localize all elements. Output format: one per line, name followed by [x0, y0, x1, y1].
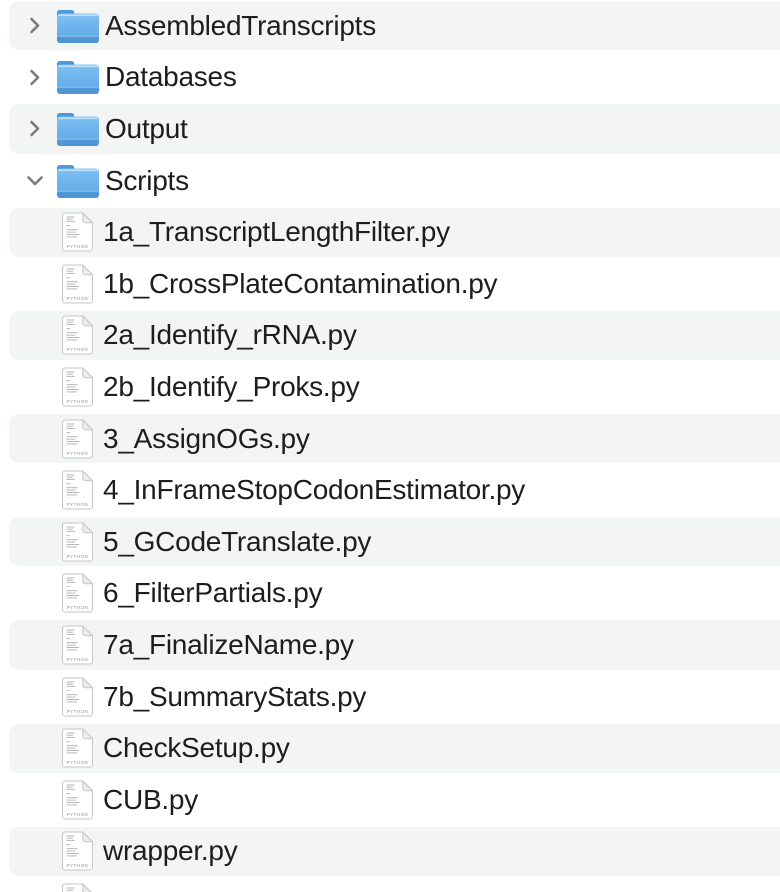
svg-text:PYTHON: PYTHON [67, 760, 89, 765]
python-file-icon: PYTHON [62, 522, 93, 561]
file-name-label: CUB.py [103, 786, 198, 814]
python-file-icon: PYTHON [62, 367, 93, 406]
file-tree: AssembledTranscripts Databases Output Sc… [0, 0, 780, 892]
folder-icon [57, 9, 99, 43]
row-stripe-background [9, 878, 780, 892]
file-name-label: 3_AssignOGs.py [103, 425, 310, 453]
svg-text:PYTHON: PYTHON [67, 863, 89, 868]
file-name-label: 2b_Identify_Proks.py [103, 373, 360, 401]
file-name-label: 1a_TranscriptLengthFilter.py [103, 218, 450, 246]
tree-row-file[interactable]: PYTHON 7a_FinalizeName.py [0, 619, 780, 671]
chevron-right-icon[interactable] [23, 14, 47, 38]
file-name-label: 6_FilterPartials.py [103, 579, 322, 607]
python-file-icon: PYTHON [62, 883, 93, 892]
tree-row-file[interactable]: PYTHON CUB.py [0, 774, 780, 826]
svg-text:PYTHON: PYTHON [67, 605, 89, 610]
tree-row-file[interactable]: PYTHON 6_FilterPartials.py [0, 568, 780, 620]
python-file-icon: PYTHON [62, 780, 93, 819]
tree-row-file[interactable]: PYTHON 3_AssignOGs.py [0, 413, 780, 465]
tree-row-file[interactable]: PYTHON [0, 877, 780, 892]
svg-text:PYTHON: PYTHON [67, 554, 89, 559]
python-file-icon: PYTHON [62, 213, 93, 252]
file-name-label: 1b_CrossPlateContamination.py [103, 270, 497, 298]
python-file-icon: PYTHON [62, 832, 93, 871]
svg-text:PYTHON: PYTHON [67, 347, 89, 352]
python-file-icon: PYTHON [62, 316, 93, 355]
file-name-label: 2a_Identify_rRNA.py [103, 321, 357, 349]
tree-row-file[interactable]: PYTHON 7b_SummaryStats.py [0, 671, 780, 723]
file-name-label: wrapper.py [103, 837, 237, 865]
svg-text:PYTHON: PYTHON [67, 502, 89, 507]
tree-row-file[interactable]: PYTHON 4_InFrameStopCodonEstimator.py [0, 464, 780, 516]
tree-row-file[interactable]: PYTHON 5_GCodeTranslate.py [0, 516, 780, 568]
folder-name-label: Databases [105, 63, 237, 91]
tree-row-folder[interactable]: Output [0, 103, 780, 155]
tree-row-file[interactable]: PYTHON 2b_Identify_Proks.py [0, 361, 780, 413]
file-name-label: 5_GCodeTranslate.py [103, 528, 371, 556]
tree-row-file[interactable]: PYTHON 1b_CrossPlateContamination.py [0, 258, 780, 310]
file-name-label: 7a_FinalizeName.py [103, 631, 354, 659]
tree-row-file[interactable]: PYTHON 2a_Identify_rRNA.py [0, 310, 780, 362]
tree-row-file[interactable]: PYTHON wrapper.py [0, 826, 780, 878]
folder-name-label: AssembledTranscripts [105, 12, 376, 40]
python-file-icon: PYTHON [62, 677, 93, 716]
svg-text:PYTHON: PYTHON [67, 709, 89, 714]
svg-text:PYTHON: PYTHON [67, 812, 89, 817]
chevron-right-icon[interactable] [23, 117, 47, 141]
svg-text:PYTHON: PYTHON [67, 451, 89, 456]
tree-row-file[interactable]: PYTHON 1a_TranscriptLengthFilter.py [0, 206, 780, 258]
tree-row-folder[interactable]: Scripts [0, 155, 780, 207]
file-name-label: 7b_SummaryStats.py [103, 683, 366, 711]
python-file-icon: PYTHON [62, 574, 93, 613]
python-file-icon: PYTHON [62, 419, 93, 458]
python-file-icon: PYTHON [62, 729, 93, 768]
tree-row-file[interactable]: PYTHON CheckSetup.py [0, 722, 780, 774]
chevron-right-icon[interactable] [23, 65, 47, 89]
folder-icon [57, 112, 99, 146]
svg-text:PYTHON: PYTHON [67, 399, 89, 404]
tree-row-folder[interactable]: AssembledTranscripts [0, 0, 780, 52]
svg-text:PYTHON: PYTHON [67, 244, 89, 249]
folder-icon [57, 60, 99, 94]
svg-text:PYTHON: PYTHON [67, 296, 89, 301]
folder-icon [57, 164, 99, 198]
file-name-label: CheckSetup.py [103, 734, 290, 762]
tree-row-folder[interactable]: Databases [0, 52, 780, 104]
python-file-icon: PYTHON [62, 264, 93, 303]
file-name-label: 4_InFrameStopCodonEstimator.py [103, 476, 525, 504]
python-file-icon: PYTHON [62, 471, 93, 510]
python-file-icon: PYTHON [62, 625, 93, 664]
folder-name-label: Scripts [105, 167, 189, 195]
folder-name-label: Output [105, 115, 188, 143]
finder-list-view: AssembledTranscripts Databases Output Sc… [0, 0, 780, 892]
svg-text:PYTHON: PYTHON [67, 657, 89, 662]
chevron-down-icon[interactable] [23, 169, 47, 193]
